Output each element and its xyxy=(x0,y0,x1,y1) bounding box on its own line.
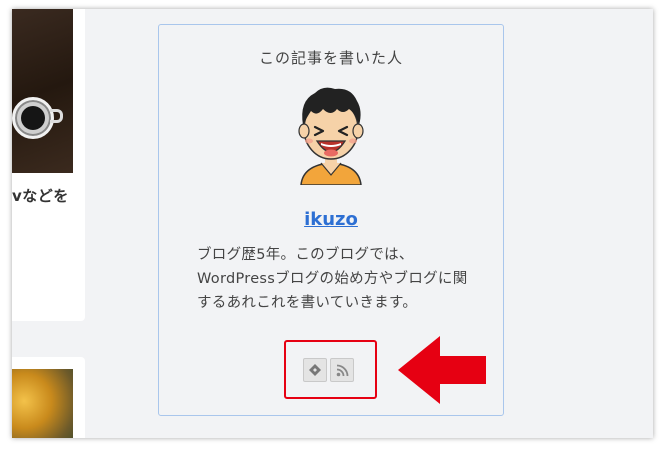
article-title[interactable]: vなどを xyxy=(12,185,69,206)
article-thumbnail[interactable] xyxy=(12,369,73,438)
coffee-cup-image xyxy=(12,97,54,139)
article-card[interactable] xyxy=(12,357,85,438)
author-box-heading: この記事を書いた人 xyxy=(258,49,403,67)
article-card[interactable]: vなどを xyxy=(12,9,85,321)
author-description: ブログ歴5年。このブログでは、WordPressブログの始め方やブログに関するあ… xyxy=(197,247,468,311)
page-frame: vなどを この記事を書いた人 ikuzo ブログ歴5年。このブログでは、Word… xyxy=(12,9,653,438)
author-name-link[interactable]: ikuzo xyxy=(159,209,503,230)
article-thumbnail[interactable] xyxy=(12,9,73,173)
annotation-arrow-icon xyxy=(398,336,486,404)
annotation-highlight-box xyxy=(284,340,377,399)
author-avatar xyxy=(298,87,364,185)
